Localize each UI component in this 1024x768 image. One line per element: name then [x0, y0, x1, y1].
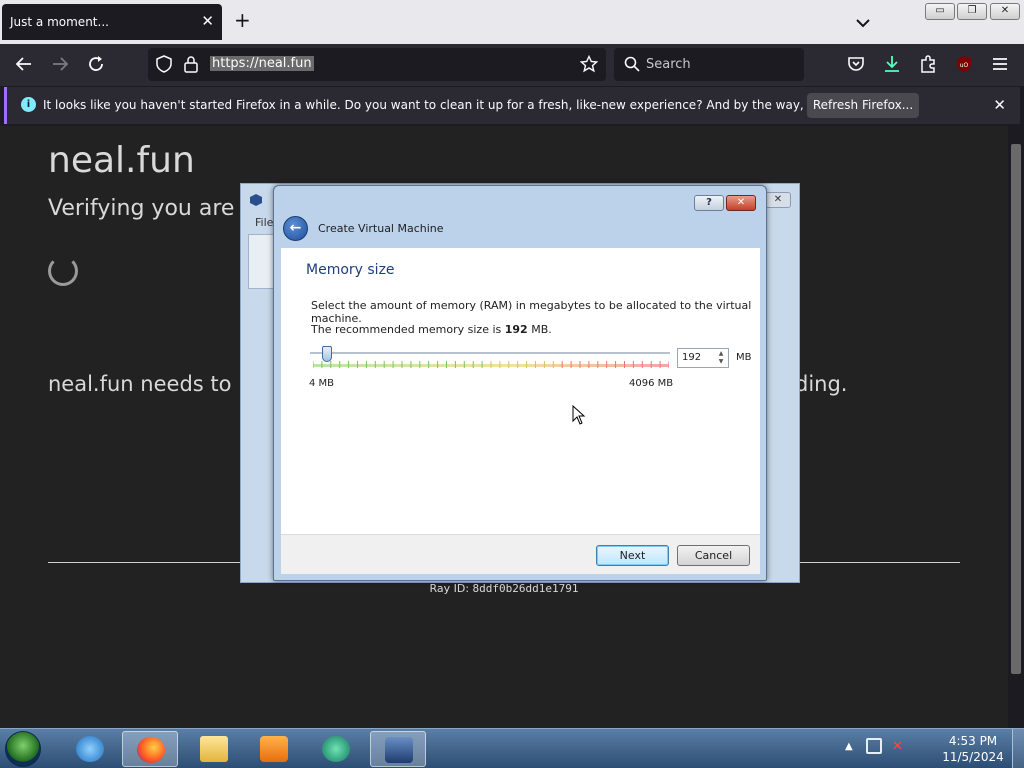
memory-size-value[interactable]: 192 [682, 352, 701, 363]
recommended-suffix: MB. [527, 323, 552, 336]
tab-close-icon[interactable]: ✕ [201, 12, 214, 30]
page-scrollbar[interactable] [1008, 126, 1024, 728]
memory-size-spinbox[interactable]: 192 ▲ ▼ [677, 348, 729, 368]
restore-button[interactable]: ❐ [957, 3, 987, 20]
search-icon [624, 56, 640, 76]
notification-close-icon[interactable]: ✕ [993, 96, 1006, 114]
taskbar-app-globe[interactable] [308, 731, 364, 767]
taskbar-virtualbox[interactable] [370, 731, 426, 767]
vbox-file-menu[interactable]: File [255, 216, 273, 229]
needs-text-right: ding. [795, 372, 848, 396]
dialog-body: Memory size Select the amount of memory … [281, 248, 760, 534]
url-bar[interactable]: https://neal.fun [148, 48, 606, 81]
ublock-origin-icon[interactable]: uO [954, 55, 974, 75]
mouse-cursor-icon [572, 404, 586, 429]
vbox-manager-close-button[interactable]: ✕ [765, 192, 791, 208]
create-vm-dialog: ? ✕ ← Create Virtual Machine Memory size… [273, 185, 767, 581]
verifying-text: Verifying you are h [48, 196, 256, 221]
help-button[interactable]: ? [694, 195, 724, 211]
dialog-close-button[interactable]: ✕ [726, 195, 756, 211]
cancel-button[interactable]: Cancel [677, 545, 750, 566]
internet-explorer-icon [76, 736, 104, 762]
notification-message: It looks like you haven't started Firefo… [43, 98, 899, 112]
pocket-icon[interactable] [846, 55, 866, 75]
dialog-footer: Next Cancel [281, 534, 760, 574]
info-icon: i [21, 97, 36, 112]
new-tab-button[interactable]: + [234, 10, 251, 30]
start-button[interactable] [5, 731, 41, 767]
virtualbox-icon [385, 737, 413, 763]
menu-hamburger-icon[interactable] [990, 55, 1010, 75]
clock-time[interactable]: 4:53 PM [940, 734, 1006, 748]
media-player-icon [260, 736, 288, 762]
refresh-firefox-button[interactable]: Refresh Firefox... [807, 93, 919, 118]
taskbar-media-player[interactable] [246, 731, 302, 767]
memory-slider-ticks [313, 361, 669, 368]
section-title: Memory size [306, 262, 395, 278]
notification-bar: i It looks like you haven't started Fire… [4, 87, 1020, 124]
memory-description: Select the amount of memory (RAM) in meg… [311, 299, 752, 325]
slider-min-label: 4 MB [309, 378, 335, 389]
scrollbar-thumb[interactable] [1011, 144, 1021, 674]
tracking-shield-icon[interactable] [156, 55, 172, 77]
show-desktop-button[interactable] [1012, 729, 1024, 768]
browser-tab[interactable]: Just a moment... ✕ [2, 4, 222, 40]
taskbar-internet-explorer[interactable] [62, 731, 118, 767]
reload-icon[interactable] [86, 55, 106, 75]
window-close-button[interactable]: ✕ [990, 3, 1020, 20]
bookmark-star-icon[interactable] [579, 54, 599, 77]
forward-arrow-icon[interactable] [50, 55, 70, 75]
site-title: neal.fun [48, 140, 195, 181]
url-text[interactable]: https://neal.fun [210, 56, 314, 71]
taskbar-firefox[interactable] [122, 731, 178, 767]
spin-down-icon[interactable]: ▼ [715, 358, 727, 366]
virtualbox-logo-icon [249, 192, 263, 211]
back-arrow-icon[interactable] [14, 55, 34, 75]
ray-id-label: Ray ID: [429, 582, 473, 595]
slider-max-label: 4096 MB [629, 378, 674, 389]
firefox-icon [137, 737, 165, 763]
next-button[interactable]: Next [596, 545, 669, 566]
taskbar-file-explorer[interactable] [186, 731, 242, 767]
taskbar: ▲ ✕ 4:53 PM 11/5/2024 [0, 728, 1024, 768]
recommended-memory: The recommended memory size is 192 MB. [311, 323, 552, 336]
needs-text-left: neal.fun needs to r [48, 372, 247, 396]
globe-app-icon [322, 736, 350, 762]
folder-icon [200, 736, 228, 762]
dialog-title: Create Virtual Machine [318, 222, 444, 235]
ray-id: Ray ID: 8ddf0b26dd1e1791 [0, 582, 1008, 595]
download-icon[interactable] [882, 55, 902, 75]
search-input[interactable]: Search [646, 57, 691, 72]
extensions-icon[interactable] [918, 55, 938, 75]
recommended-prefix: The recommended memory size is [311, 323, 505, 336]
svg-text:uO: uO [960, 62, 969, 69]
lock-icon[interactable] [184, 55, 198, 77]
minimize-button[interactable]: ▭ [925, 3, 955, 20]
ray-id-value: 8ddf0b26dd1e1791 [472, 582, 579, 595]
memory-unit-label: MB [736, 352, 752, 363]
network-icon[interactable] [866, 738, 882, 754]
navigation-bar: https://neal.fun Search uO [0, 44, 1024, 86]
tab-list-chevron-icon[interactable] [856, 13, 870, 32]
clock-date[interactable]: 11/5/2024 [940, 750, 1006, 764]
spin-up-icon[interactable]: ▲ [715, 350, 727, 358]
back-arrow-icon[interactable]: ← [283, 216, 308, 241]
memory-slider-track[interactable] [310, 352, 670, 354]
tab-bar: Just a moment... ✕ + ▭ ❐ ✕ [0, 0, 1024, 44]
recommended-value: 192 [504, 323, 528, 336]
volume-muted-icon[interactable]: ✕ [892, 739, 903, 754]
search-bar[interactable]: Search [614, 48, 804, 81]
loading-spinner-icon [48, 256, 78, 286]
tab-title: Just a moment... [10, 15, 109, 29]
show-hidden-icons-arrow[interactable]: ▲ [845, 741, 853, 752]
memory-slider-handle[interactable] [321, 346, 332, 362]
